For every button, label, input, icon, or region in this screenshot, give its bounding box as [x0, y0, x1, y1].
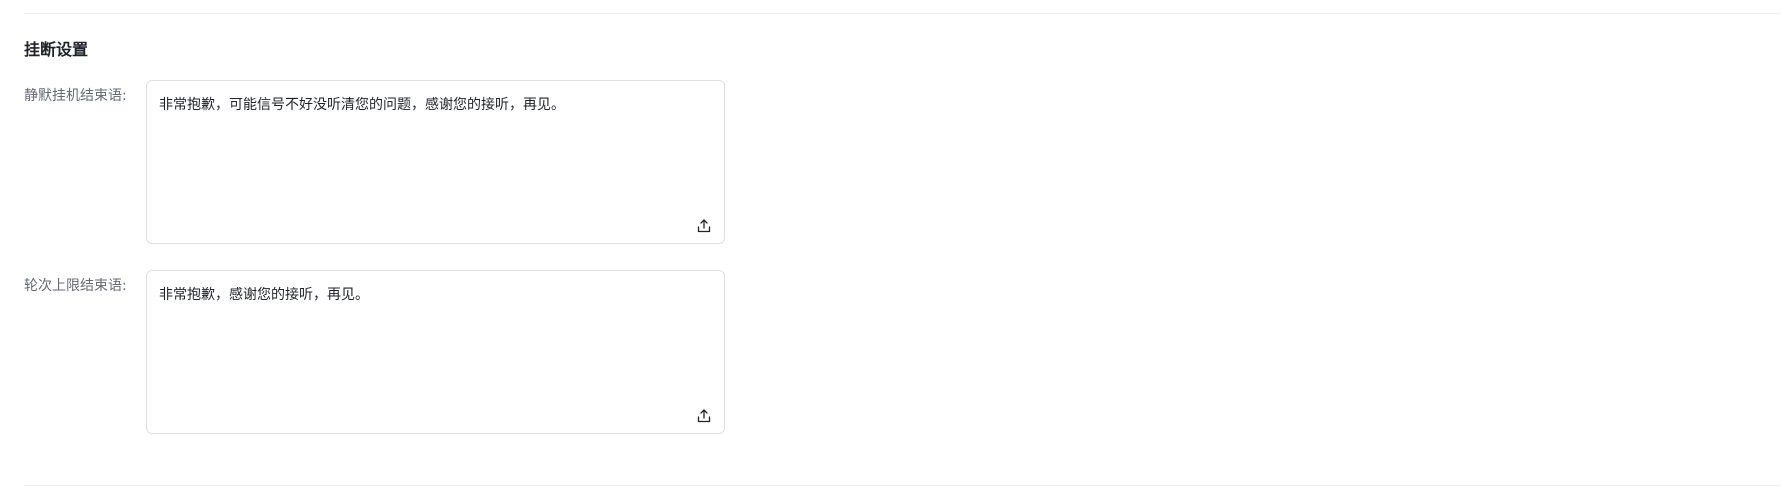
bottom-divider [24, 485, 1781, 486]
round-limit-label: 轮次上限结束语: [24, 278, 127, 294]
round-limit-text[interactable]: 非常抱歉，感谢您的接听，再见。 [159, 285, 684, 305]
silent-hangup-text[interactable]: 非常抱歉，可能信号不好没听清您的问题，感谢您的接听，再见。 [159, 95, 684, 115]
upload-icon[interactable] [696, 408, 712, 424]
silent-hangup-textarea[interactable]: 非常抱歉，可能信号不好没听清您的问题，感谢您的接听，再见。 [146, 80, 725, 244]
section-title: 挂断设置 [24, 40, 89, 59]
silent-hangup-label: 静默挂机结束语: [24, 88, 127, 104]
round-limit-textarea[interactable]: 非常抱歉，感谢您的接听，再见。 [146, 270, 725, 434]
upload-icon[interactable] [696, 218, 712, 234]
top-divider [24, 13, 1781, 14]
